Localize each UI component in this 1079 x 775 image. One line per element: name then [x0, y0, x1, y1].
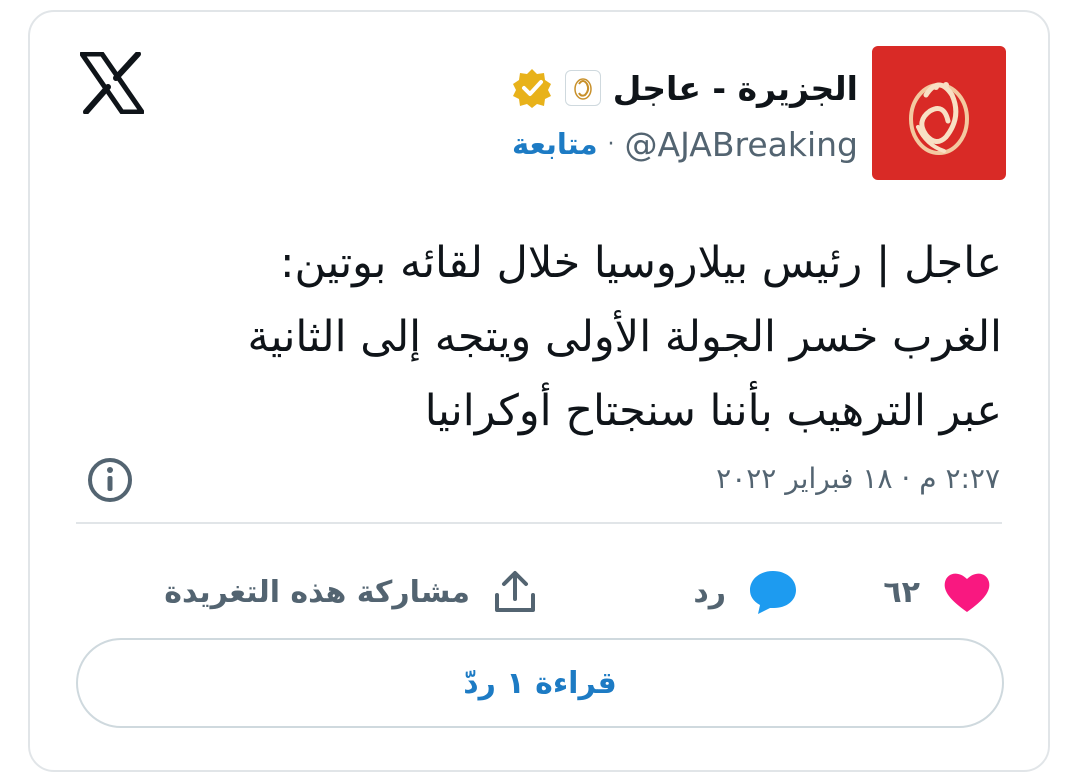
share-icon	[495, 571, 535, 612]
aljazeera-mini-logo-icon	[573, 78, 592, 100]
affiliation-badge[interactable]	[564, 70, 601, 106]
tweet-text: عاجل | رئيس بيلاروسيا خلال لقائه بوتين: …	[247, 238, 1002, 436]
divider	[76, 522, 1002, 524]
author-handle-row: متابعة · @AJABreaking	[512, 122, 858, 166]
info-icon[interactable]	[86, 456, 134, 504]
author-handle[interactable]: @AJABreaking	[625, 125, 858, 164]
follow-button[interactable]: متابعة	[512, 127, 598, 161]
read-replies-button[interactable]: قراءة ١ ردّ	[76, 638, 1004, 728]
like-count: ٦٢	[883, 574, 920, 610]
like-action[interactable]: ٦٢	[883, 564, 992, 620]
share-label: مشاركة هذه التغريدة	[164, 574, 470, 610]
reply-bubble-icon	[750, 571, 796, 614]
verified-badge-icon	[512, 69, 551, 108]
author-display-name[interactable]: الجزيرة - عاجل	[613, 69, 858, 108]
read-replies-label: قراءة ١ ردّ	[463, 665, 617, 701]
share-action[interactable]: مشاركة هذه التغريدة	[164, 564, 538, 620]
reply-action[interactable]: رد	[693, 564, 798, 620]
heart-icon	[944, 573, 990, 612]
author-name-row[interactable]: الجزيرة - عاجل	[511, 64, 858, 112]
embedded-tweet-card[interactable]: الجزيرة - عاجل متابعة · @AJABreaking عاج…	[28, 10, 1050, 772]
tweet-timestamp[interactable]: ٢:٢٧ م · ١٨ فبراير ٢٠٢٢	[716, 462, 1000, 495]
separator-dot: ·	[607, 131, 615, 157]
reply-label: رد	[693, 574, 726, 610]
author-avatar[interactable]	[872, 46, 1006, 180]
aljazeera-logo-icon	[909, 82, 969, 155]
x-logo-icon[interactable]	[80, 52, 144, 114]
